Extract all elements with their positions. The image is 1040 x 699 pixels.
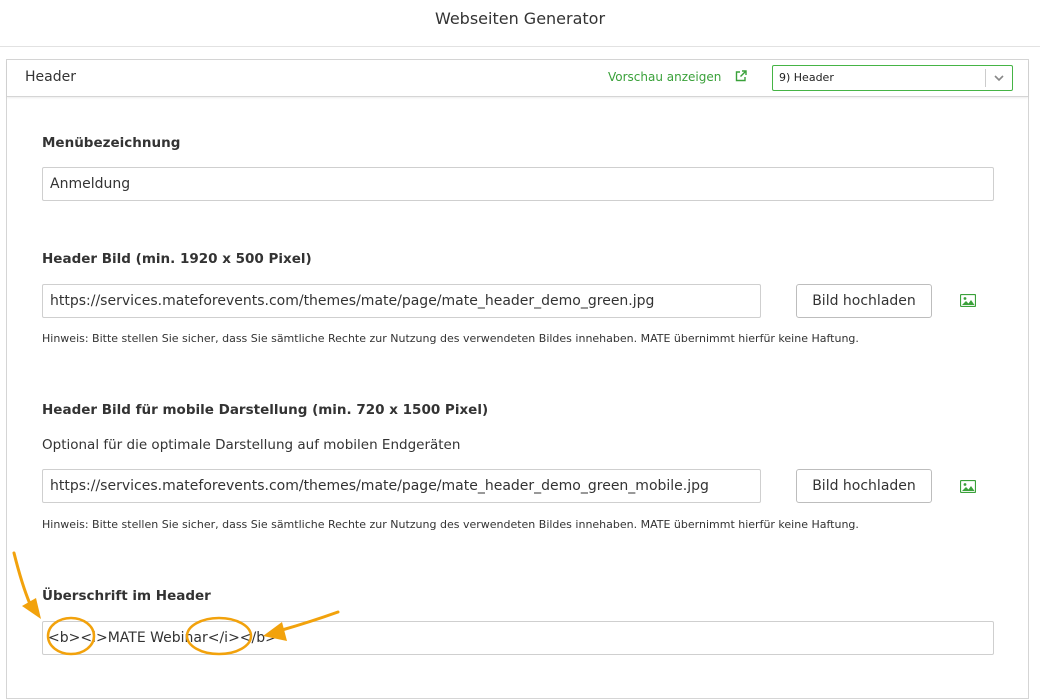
rights-hint-mobile: Hinweis: Bitte stellen Sie sicher, dass …	[42, 518, 859, 531]
mobile-image-url-value: https://services.mateforevents.com/theme…	[50, 478, 709, 494]
mobile-image-label: Header Bild für mobile Darstellung (min.…	[42, 402, 489, 418]
external-link-icon[interactable]	[734, 69, 748, 83]
top-bar: Webseiten Generator	[0, 0, 1040, 47]
page-select[interactable]: 9) Header	[772, 65, 1013, 91]
upload-header-image-button[interactable]: Bild hochladen	[796, 284, 932, 318]
menu-input-value: Anmeldung	[50, 176, 131, 192]
mobile-image-description: Optional für die optimale Darstellung au…	[42, 437, 461, 453]
preview-link[interactable]: Vorschau anzeigen	[608, 70, 721, 84]
mobile-image-url-input[interactable]: https://services.mateforevents.com/theme…	[42, 469, 761, 503]
chevron-down-icon[interactable]	[993, 73, 1005, 83]
header-image-url-input[interactable]: https://services.mateforevents.com/theme…	[42, 284, 761, 318]
menu-input[interactable]: Anmeldung	[42, 167, 994, 201]
image-icon[interactable]	[960, 480, 976, 493]
app-title: Webseiten Generator	[434, 9, 606, 28]
rights-hint: Hinweis: Bitte stellen Sie sicher, dass …	[42, 332, 859, 345]
image-icon[interactable]	[960, 294, 976, 307]
header-image-url-value: https://services.mateforevents.com/theme…	[50, 293, 655, 309]
panel-header: Header Vorschau anzeigen 9) Header	[7, 60, 1028, 97]
upload-mobile-image-button[interactable]: Bild hochladen	[796, 469, 932, 503]
heading-input-value: <b><i>MATE Webinar</i></b>	[48, 630, 277, 646]
menu-label: Menübezeichnung	[42, 135, 181, 151]
panel-title: Header	[25, 69, 76, 85]
page-select-value: 9) Header	[779, 71, 834, 84]
heading-label: Überschrift im Header	[42, 588, 211, 604]
select-divider	[985, 69, 986, 87]
header-image-label: Header Bild (min. 1920 x 500 Pixel)	[42, 251, 312, 267]
heading-input[interactable]: <b><i>MATE Webinar</i></b>	[42, 621, 994, 655]
